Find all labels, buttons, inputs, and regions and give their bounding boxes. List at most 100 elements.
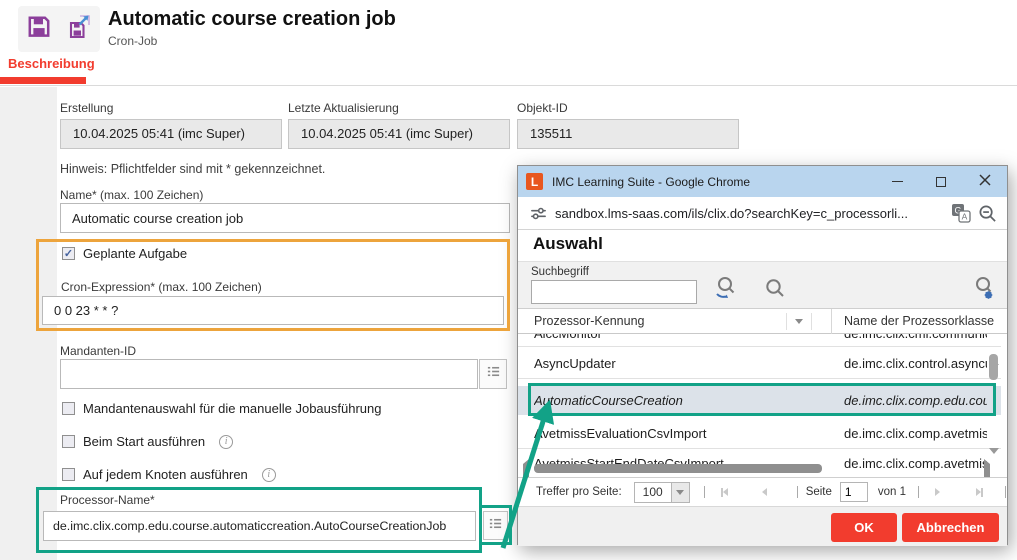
client-id-input[interactable]	[60, 359, 478, 389]
last-page-button[interactable]	[976, 488, 983, 497]
minimize-button[interactable]	[875, 166, 919, 197]
cancel-button[interactable]: Abbrechen	[902, 513, 999, 542]
column-header-kennung[interactable]: Prozessor-Kennung	[534, 314, 644, 328]
name-label: Name* (max. 100 Zeichen)	[60, 188, 203, 202]
first-page-button[interactable]	[721, 488, 728, 497]
created-label: Erstellung	[60, 101, 282, 115]
maximize-icon	[936, 177, 946, 187]
table-row-clipped[interactable]: AiccMonitor de.imc.clix.cmi.communicatio…	[518, 334, 1001, 347]
chevron-down-icon	[671, 483, 689, 502]
popup-footer: OK Abbrechen	[518, 506, 1007, 546]
svg-text:A: A	[962, 212, 968, 222]
per-page-select[interactable]: 100	[634, 482, 690, 503]
page-label: Seite	[806, 486, 832, 498]
client-selection-label: Mandantenauswahl für die manuelle Jobaus…	[83, 401, 381, 416]
search-button[interactable]	[758, 274, 792, 306]
tab-beschreibung[interactable]: Beschreibung	[8, 56, 95, 71]
row-klasse: de.imc.clix.comp.avetmiss.csvimp	[844, 456, 987, 471]
table-row[interactable]: AsyncUpdater de.imc.clix.control.asyncup…	[518, 348, 1001, 379]
window-title: IMC Learning Suite - Google Chrome	[552, 175, 875, 189]
cron-input[interactable]	[42, 296, 504, 325]
row-klasse: de.imc.clix.cmi.communication.me	[844, 334, 987, 341]
list-picker-icon	[486, 364, 501, 384]
close-icon	[979, 173, 991, 191]
scheduled-task-checkbox[interactable]	[62, 247, 75, 260]
table-header: Prozessor-Kennung Name der Prozessorklas…	[518, 309, 1007, 334]
scroll-down-arrow[interactable]	[989, 454, 999, 472]
site-info-icon[interactable]	[530, 205, 547, 222]
object-id-field-group: Objekt-ID 135511	[517, 101, 739, 149]
page-number-input[interactable]	[840, 482, 868, 502]
search-label: Suchbegriff	[531, 266, 589, 278]
processor-name-label: Processor-Name*	[60, 493, 155, 507]
column-divider	[831, 309, 832, 334]
created-field-group: Erstellung 10.04.2025 05:41 (imc Super)	[60, 101, 282, 149]
row-kennung: AvetmissEvaluationCsvImport	[534, 426, 814, 441]
url-text[interactable]: sandbox.lms-saas.com/ils/clix.do?searchK…	[555, 206, 944, 221]
row-kennung: AiccMonitor	[534, 334, 814, 341]
window-titlebar: L IMC Learning Suite - Google Chrome	[518, 166, 1007, 197]
url-bar[interactable]: sandbox.lms-saas.com/ils/clix.do?searchK…	[518, 197, 1007, 230]
search-icon	[763, 276, 787, 305]
main-page: Automatic course creation job Cron-Job B…	[0, 0, 1017, 560]
row-kennung: AutomaticCourseCreation	[534, 393, 814, 408]
toolbar	[18, 6, 100, 52]
search-refresh-button[interactable]	[708, 274, 742, 306]
table-row[interactable]: AvetmissEvaluationCsvImport de.imc.clix.…	[518, 418, 1001, 449]
save-icon	[26, 14, 52, 45]
row-klasse: de.imc.clix.control.asyncupdate.As	[844, 356, 987, 371]
horizontal-scrollbar-thumb[interactable]	[534, 464, 822, 473]
run-on-start-label: Beim Start ausführen	[83, 434, 205, 449]
client-selection-row: Mandantenauswahl für die manuelle Jobaus…	[62, 401, 381, 416]
column-header-klasse[interactable]: Name der Prozessorklasse	[844, 314, 994, 328]
next-page-button[interactable]	[935, 488, 940, 496]
search-panel: Suchbegriff	[518, 262, 1007, 309]
minimize-icon	[892, 181, 903, 182]
search-refresh-icon	[712, 275, 738, 306]
save-and-exit-button[interactable]	[64, 14, 94, 44]
chevron-down-icon	[795, 319, 803, 324]
page-subtitle: Cron-Job	[108, 34, 157, 48]
close-button[interactable]	[963, 166, 1007, 197]
save-and-exit-icon	[66, 13, 93, 45]
processor-picker-button[interactable]	[483, 511, 508, 540]
object-id-value: 135511	[517, 119, 739, 149]
translate-icon[interactable]: GA	[951, 203, 971, 223]
scheduled-task-label: Geplante Aufgabe	[83, 246, 187, 261]
processor-name-input[interactable]	[43, 511, 476, 541]
page-total-label: von 1	[878, 486, 906, 498]
client-id-label: Mandanten-ID	[60, 344, 136, 358]
row-kennung: AsyncUpdater	[534, 356, 814, 371]
column-filter-dropdown[interactable]	[786, 313, 812, 330]
ok-button[interactable]: OK	[831, 513, 897, 542]
name-input[interactable]	[60, 203, 510, 233]
maximize-button[interactable]	[919, 166, 963, 197]
info-icon[interactable]	[262, 468, 276, 482]
required-fields-hint: Hinweis: Pflichtfelder sind mit * gekenn…	[60, 162, 325, 176]
client-selection-checkbox[interactable]	[62, 402, 75, 415]
updated-label: Letzte Aktualisierung	[288, 101, 510, 115]
prev-page-button[interactable]	[762, 488, 767, 496]
chrome-popup-window: L IMC Learning Suite - Google Chrome san…	[517, 165, 1008, 545]
vertical-scrollbar-thumb[interactable]	[989, 354, 998, 380]
search-settings-button[interactable]	[966, 274, 1000, 306]
row-klasse: de.imc.clix.comp.avetmiss.csvimp	[844, 426, 987, 441]
zoom-out-icon[interactable]	[978, 204, 997, 223]
imc-favicon: L	[526, 173, 543, 190]
active-tab-indicator	[0, 77, 86, 84]
run-on-start-checkbox[interactable]	[62, 435, 75, 448]
search-settings-icon	[970, 275, 996, 306]
client-id-picker-button[interactable]	[479, 359, 507, 389]
run-on-every-node-checkbox[interactable]	[62, 468, 75, 481]
search-input[interactable]	[531, 280, 697, 304]
table-row-selected[interactable]: AutomaticCourseCreation de.imc.clix.comp…	[518, 386, 1001, 415]
save-button[interactable]	[24, 14, 54, 44]
updated-value: 10.04.2025 05:41 (imc Super)	[288, 119, 510, 149]
created-value: 10.04.2025 05:41 (imc Super)	[60, 119, 282, 149]
pagination-bar: Treffer pro Seite: 100 Seite von 1	[518, 477, 1007, 506]
scheduled-task-row: Geplante Aufgabe	[62, 246, 187, 261]
updated-field-group: Letzte Aktualisierung 10.04.2025 05:41 (…	[288, 101, 510, 149]
list-picker-icon	[488, 516, 503, 536]
info-icon[interactable]	[219, 435, 233, 449]
tabbar-divider	[0, 85, 1017, 86]
